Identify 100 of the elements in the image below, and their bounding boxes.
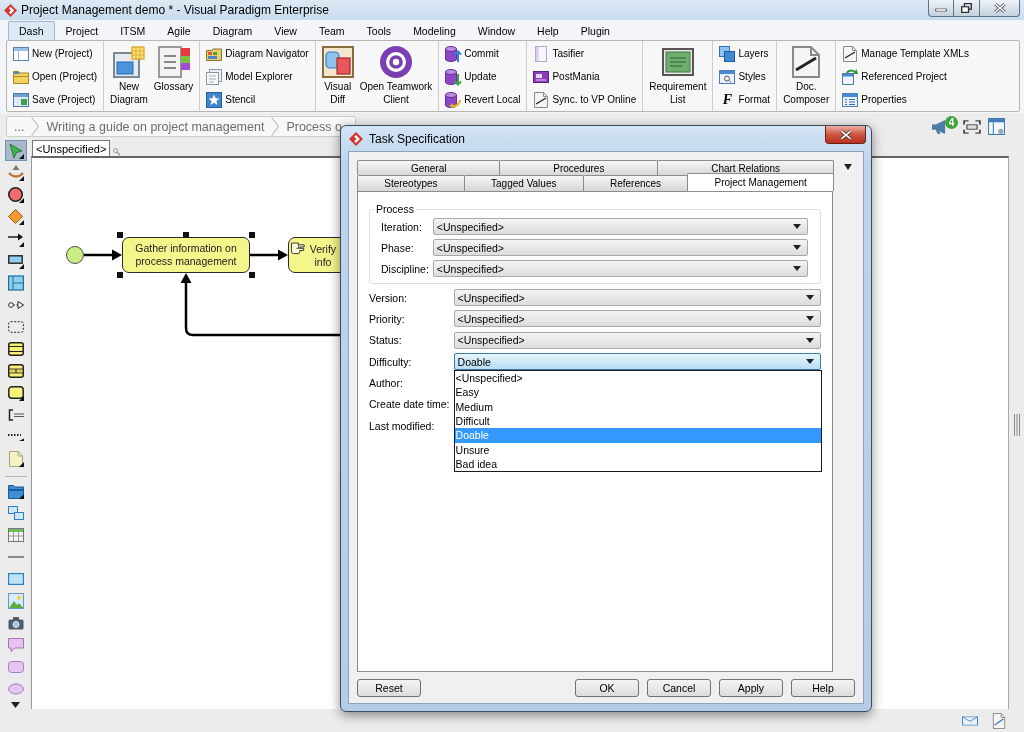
menu-tab[interactable]: Plugin [569,21,621,40]
ribbon-button[interactable]: Glossary [150,41,197,111]
caret-icon [844,164,852,170]
caret-icon [793,266,801,271]
dialog-tab[interactable]: References [582,175,689,191]
picture-card-icon [533,68,550,85]
ribbon-button[interactable]: Tasifier [530,42,640,65]
breadcrumb-item[interactable]: Process o [279,117,349,136]
dropdown-field[interactable]: <Unspecified> [432,218,808,235]
camera-icon [7,614,24,631]
ribbon-button[interactable]: Sync. to VP Online [530,88,640,111]
ribbon-button[interactable]: Commit [442,42,524,65]
dropdown-field[interactable]: <Unspecified> [453,331,821,349]
field-label: Discipline: [381,262,429,275]
ribbon-button[interactable]: New Diagram [107,41,151,111]
ribbon-button[interactable]: Doc. Composer [780,41,833,111]
help-button[interactable]: Help [791,679,855,697]
ribbon-button[interactable]: Manage Template XMLs [839,42,972,65]
ribbon-button[interactable]: Requirement List [646,41,710,111]
ribbon-button[interactable]: Open Teamwork Client [356,41,436,111]
menu-tab[interactable]: Help [526,21,570,40]
triangle-arc-icon [7,164,24,181]
ribbon-button[interactable]: New (Project) [10,42,101,65]
framed-rectangle-icon [7,340,24,357]
rectangle-icon [7,570,24,587]
ribbon-button[interactable]: PostMania [530,65,640,88]
minimize-button[interactable] [928,0,954,17]
selection-handle[interactable] [249,272,255,278]
menu-tab[interactable]: Agile [156,21,202,40]
dropdown-field[interactable]: <Unspecified> [453,310,821,328]
ribbon-button[interactable]: Save (Project) [10,88,101,111]
breadcrumb-item[interactable]: Writing a guide on project management [39,117,272,136]
menu-tab[interactable]: Diagram [201,21,264,40]
dialog-tab[interactable]: General [357,160,501,175]
document-pen-icon [842,45,859,62]
ribbon-button[interactable]: Visual Diff [318,41,357,111]
menu-tab[interactable]: Project [54,21,110,40]
menu-tab[interactable]: ITSM [109,21,157,40]
ribbon-button[interactable]: Diagram Navigator [203,42,312,65]
breadcrumb-item[interactable]: ... [7,117,32,136]
menu-tab[interactable]: View [263,21,308,40]
dropdown-option[interactable]: Difficult [454,414,821,429]
tab-list-button[interactable] [843,163,853,171]
menu-tab[interactable]: Modeling [402,21,467,40]
selection-handle[interactable] [183,232,189,238]
apply-button[interactable]: Apply [719,679,783,697]
dropdown-option[interactable]: Medium [454,399,821,415]
owner-tab[interactable]: <Unspecified> [32,140,111,156]
diamond-icon [7,208,24,225]
reset-button[interactable]: Reset [357,679,421,697]
field-label: Version: [369,291,408,304]
dialog-tab[interactable]: Tagged Values [463,175,584,191]
dialog-tab[interactable]: Procedures [499,160,659,175]
ribbon-button[interactable]: Model Explorer [203,65,312,88]
envelope-icon [962,714,978,727]
selection-handle[interactable] [249,232,255,238]
ribbon-button[interactable]: Open (Project) [10,65,101,88]
ribbon-button[interactable]: Update [442,65,524,88]
menu-tab[interactable]: Dash [8,21,55,40]
lane-icon [7,274,24,291]
ok-button[interactable]: OK [575,679,639,697]
cylinder-up-arrow-icon [445,45,462,62]
speech-bubble-icon [7,636,24,653]
ellipse-icon [7,680,24,697]
restore-button[interactable] [954,0,980,17]
document-pen-icon [790,46,823,78]
dropdown-field[interactable]: Doable [453,353,821,371]
megaphone-icon [932,119,947,134]
ribbon-button[interactable]: Styles [716,65,774,88]
star-tile-icon [206,91,223,108]
dropdown-field[interactable]: <Unspecified> [432,260,808,277]
scroll-down-button[interactable] [11,701,20,709]
cancel-button[interactable]: Cancel [647,679,711,697]
dropdown-option[interactable]: Unsure [454,442,821,457]
menu-tab[interactable]: Window [466,21,527,40]
window-panel-button[interactable] [986,116,1006,137]
ribbon-button[interactable]: Properties [839,88,972,111]
dropdown-option[interactable]: Easy [454,385,821,400]
start-circle [66,246,84,264]
dropdown-field[interactable]: <Unspecified> [432,239,808,256]
palette-tool[interactable] [4,140,27,161]
menu-tab[interactable]: Tools [355,21,403,40]
ribbon-button[interactable]: F Format [716,88,774,111]
window-magnifier-icon [719,68,736,85]
pointer-icon [7,142,24,159]
dropdown-option[interactable]: Bad idea [454,456,821,472]
ribbon-button[interactable]: Stencil [203,88,312,111]
selection-handle[interactable] [117,272,123,278]
menu-tab[interactable]: Team [307,21,356,40]
dropdown-field[interactable]: <Unspecified> [453,289,821,306]
rectangle-icon [7,252,24,269]
close-button[interactable] [825,126,866,144]
ribbon-button[interactable]: Referenced Project [839,65,972,88]
dropdown-option[interactable]: <Unspecified> [454,371,821,386]
dialog-tab[interactable]: Stereotypes [357,175,465,191]
selection-handle[interactable] [117,232,123,238]
ribbon-button[interactable]: Revert Local [442,88,524,111]
close-button[interactable] [980,0,1020,17]
dialog-tab[interactable]: Project Management [687,173,835,191]
ribbon-button[interactable]: Layers [716,42,774,65]
